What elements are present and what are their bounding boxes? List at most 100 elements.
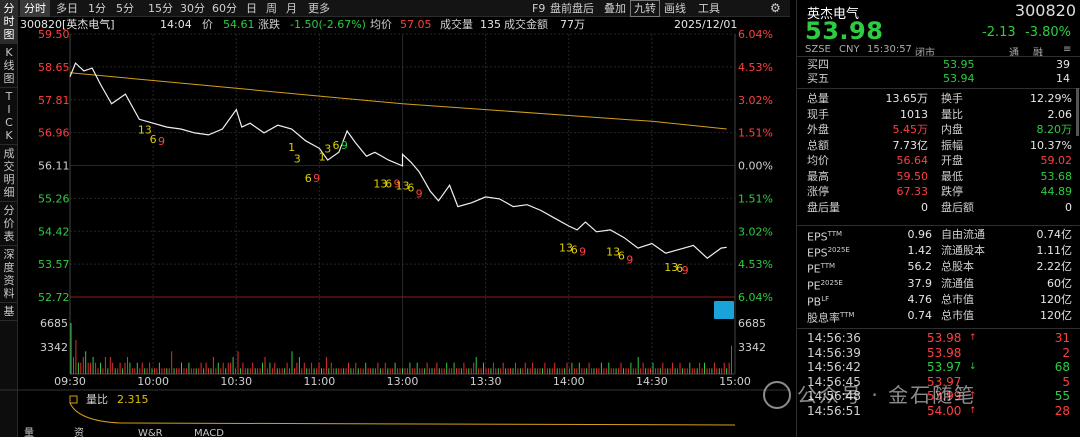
fundamental-suffix: LF: [821, 294, 830, 303]
stat-value: 12.29%: [1030, 92, 1072, 105]
fundamental-value: 1.42: [907, 244, 933, 258]
stat-label: 盘后额: [941, 200, 974, 214]
td-count-label: 9: [158, 135, 165, 148]
market: SZSE: [805, 44, 831, 55]
td-count-label: 6: [407, 182, 414, 195]
pct-axis-label: 3.02%: [738, 225, 773, 238]
time-axis-label: 14:30: [636, 375, 668, 388]
orderbook-price: 53.95: [943, 58, 975, 71]
fundamental-suffix: TTM: [820, 262, 836, 271]
pct-axis-label: 4.53%: [738, 61, 773, 74]
td-count-label: 9: [682, 264, 689, 277]
fundamental-label: 股息率TTM: [807, 308, 855, 325]
menu-icon[interactable]: ≡: [1063, 44, 1071, 55]
fundamental-value-2: 60亿: [1047, 276, 1072, 290]
arrow-up-icon: ↑: [969, 333, 977, 343]
watermark-text: 公众号 · 金石随笔: [797, 383, 977, 407]
tick-volume: 5: [1062, 374, 1070, 389]
volume-axis-label-right: 6685: [738, 317, 766, 330]
stat-label: 现手: [807, 107, 829, 121]
fundamental-name: EPS: [807, 230, 828, 244]
divider: [797, 88, 1080, 89]
td-count-label: 6: [385, 178, 392, 191]
indicator-tab-3[interactable]: MACD: [194, 428, 224, 437]
stat-label: 跌停: [941, 185, 963, 198]
time-axis-label: 10:00: [137, 375, 169, 388]
td-count-label: 6: [150, 133, 157, 146]
price-axis-label: 54.42: [38, 225, 70, 238]
pct-axis-label: 4.53%: [738, 258, 773, 271]
price-path: [69, 62, 727, 259]
volume-ratio-label: 量比: [86, 393, 108, 406]
arrow-down-icon: ↓: [969, 362, 977, 372]
intraday-chart[interactable]: 59.50 6.04% 58.65 4.53% 57.81 3.02% 56.96 1.51%…: [0, 0, 796, 437]
price-axis-label: 56.96: [38, 127, 70, 140]
volume-ratio-value: 2.315: [117, 393, 149, 406]
stat-value: 7.73亿: [892, 138, 929, 152]
volume-ratio-panel: 量比 2.315: [0, 389, 790, 426]
pct-axis-label: 1.51%: [738, 127, 773, 140]
fundamental-label-2: 总股本: [941, 260, 974, 274]
indicator-tab-1[interactable]: 资金流向: [74, 428, 84, 437]
td-count-label: 6: [618, 249, 625, 262]
stat-label: 盘后量: [807, 200, 840, 214]
td-count-label: 9: [313, 172, 320, 185]
time-axis-label: 15:00: [719, 375, 751, 388]
fundamental-label-2: 自由流通: [941, 228, 985, 241]
fundamental-value: 56.2: [907, 260, 933, 274]
time-axis-label: 13:00: [387, 375, 419, 388]
volume-marker-icon: [714, 301, 734, 319]
quote-time: 15:30:57: [867, 44, 912, 55]
divider: [797, 225, 1080, 226]
fundamental-label-2: 总市值: [941, 309, 974, 322]
volume-axis-label: 6685: [40, 317, 68, 330]
stat-value: 53.68: [1040, 169, 1073, 183]
pct-axis-label: 0.00%: [738, 160, 773, 173]
td-count-label: 3: [324, 143, 331, 156]
price-axis-label: 55.26: [38, 192, 70, 205]
tick-time: 14:56:39: [807, 345, 861, 360]
time-axis-label: 10:30: [220, 375, 252, 388]
fundamental-label-2: 流通股本: [941, 244, 985, 258]
ticks-scrollbar[interactable]: [1076, 88, 1079, 136]
watermark: 公众号 · 金石随笔: [755, 375, 1055, 415]
fundamental-name: PE: [807, 263, 821, 277]
fundamental-label: PETTM: [807, 259, 836, 277]
tick-price: 53.97: [927, 360, 962, 374]
tick-volume: 2: [1062, 345, 1070, 360]
stat-label: 涨停: [807, 185, 829, 198]
pct-axis-label: 6.04%: [738, 291, 773, 304]
stat-value: 5.45万: [892, 123, 929, 136]
price-axis-label: 58.65: [38, 61, 70, 74]
td-count-label: 9: [579, 246, 586, 259]
time-axis-label: 09:30: [54, 375, 86, 388]
stat-label: 外盘: [807, 123, 829, 136]
orderbook-label: 买五: [807, 72, 829, 85]
volume-axis-label-right: 3342: [738, 341, 766, 354]
fundamental-suffix: TTM: [840, 311, 855, 319]
stat-value: 56.64: [896, 154, 929, 167]
fundamental-value-2: 2.22亿: [1036, 260, 1073, 274]
orderbook-volume: 39: [1056, 58, 1070, 71]
time-axis-label: 13:30: [470, 375, 502, 388]
fundamental-name: EPS: [807, 246, 828, 260]
stat-value: 0: [1065, 200, 1072, 214]
pct-axis-label: 3.02%: [738, 94, 773, 107]
stat-label: 换手: [941, 92, 963, 105]
fundamental-name: PB: [807, 295, 822, 309]
fundamental-value-2: 1.11亿: [1036, 244, 1073, 258]
indicator-tab-0[interactable]: 量比: [24, 428, 34, 437]
tick-volume: 55: [1054, 389, 1070, 403]
tick-volume: 68: [1054, 360, 1070, 374]
tick-time: 14:56:36: [807, 331, 861, 345]
stat-label: 均价: [807, 154, 829, 167]
tick-price: 53.98: [927, 345, 962, 360]
stat-value: 59.02: [1040, 154, 1073, 167]
fundamental-suffix: 2025E: [820, 278, 843, 287]
indicator-tab-2[interactable]: W&R比: [138, 428, 163, 437]
fundamental-label: PE2025E: [807, 276, 843, 293]
stat-value: 8.20万: [1036, 123, 1073, 136]
fundamental-name: PE: [807, 279, 821, 293]
fundamental-value: 37.9: [907, 276, 933, 290]
time-axis-label: 14:00: [553, 375, 585, 388]
